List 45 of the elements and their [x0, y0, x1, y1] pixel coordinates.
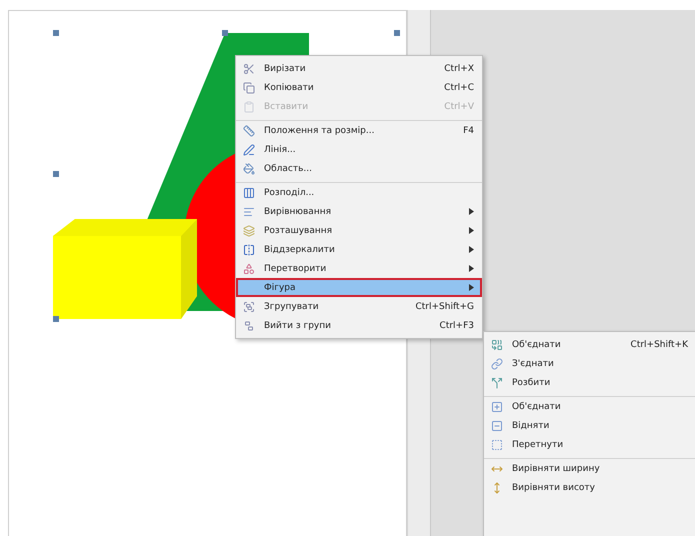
submenu-arrow-icon: [469, 284, 474, 291]
flip-icon: [243, 244, 255, 256]
menu-item[interactable]: Копіювати Ctrl+C: [236, 78, 482, 97]
menu-item[interactable]: Фігура: [236, 278, 482, 297]
combine-icon: [491, 338, 503, 350]
menu-item[interactable]: Вирівняти висоту: [484, 478, 695, 497]
split-icon: [491, 376, 503, 388]
copy-icon: [243, 82, 255, 94]
submenu-arrow-icon: [469, 265, 474, 272]
menu-item[interactable]: Лінія...: [236, 140, 482, 159]
square-plus-icon: [491, 400, 503, 412]
menu-item[interactable]: Розташування: [236, 221, 482, 240]
ungroup-icon: [243, 320, 255, 332]
paint-bucket-icon: [243, 162, 255, 174]
menu-item[interactable]: Розбити: [484, 373, 695, 392]
scissors-icon: [243, 62, 255, 74]
layers-icon: [243, 224, 255, 236]
shapes-icon: [243, 262, 255, 274]
pen-icon: [243, 144, 255, 156]
menu-item[interactable]: Об'єднати: [484, 396, 695, 416]
menu-item[interactable]: Відняти: [484, 416, 695, 435]
menu-item[interactable]: Вирівняти ширину: [484, 458, 695, 478]
menu-item[interactable]: Вийти з групи Ctrl+F3: [236, 316, 482, 335]
submenu-arrow-icon: [469, 208, 474, 215]
menu-item[interactable]: Розподіл...: [236, 182, 482, 202]
menu-item[interactable]: Вирізати Ctrl+X: [236, 59, 482, 78]
square-minus-icon: [491, 420, 503, 432]
menu-item[interactable]: З'єднати: [484, 354, 695, 373]
menu-item[interactable]: Область...: [236, 159, 482, 178]
group-icon: [243, 300, 255, 312]
menu-item[interactable]: Вирівнювання: [236, 202, 482, 221]
columns-icon: [243, 186, 255, 198]
square-dashed-icon: [491, 438, 503, 450]
ruler-icon: [243, 124, 255, 136]
align-icon: [243, 206, 255, 218]
menu-item[interactable]: Віддзеркалити: [236, 240, 482, 259]
menu-item[interactable]: Перетворити: [236, 259, 482, 278]
menu-item[interactable]: Об'єднати Ctrl+Shift+K: [484, 335, 695, 354]
submenu-arrow-icon: [469, 246, 474, 253]
menu-item[interactable]: Перетнути: [484, 435, 695, 454]
menu-item[interactable]: Положення та розмір... F4: [236, 120, 482, 140]
menu-item[interactable]: Згрупувати Ctrl+Shift+G: [236, 297, 482, 316]
submenu-arrow-icon: [469, 227, 474, 234]
link-icon: [491, 358, 503, 370]
clipboard-icon: [243, 100, 255, 112]
